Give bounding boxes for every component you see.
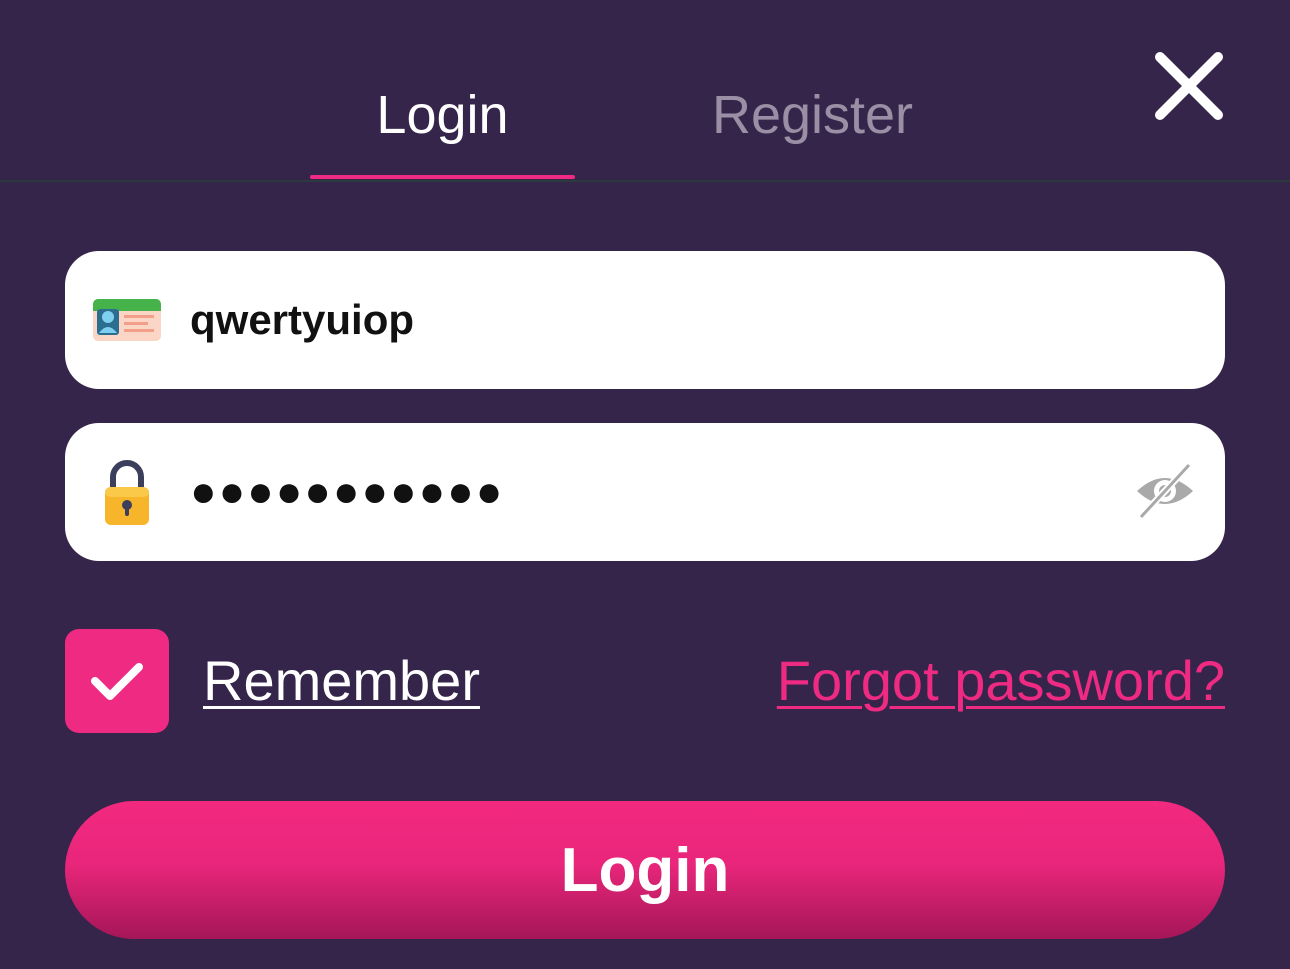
id-card-icon <box>93 299 161 341</box>
remember-label[interactable]: Remember <box>203 648 480 714</box>
password-input[interactable]: ●●●●●●●●●●● <box>190 457 1090 527</box>
username-field[interactable] <box>65 251 1225 389</box>
close-button[interactable] <box>1148 45 1230 127</box>
close-icon <box>1155 52 1223 120</box>
tab-register[interactable]: Register <box>680 80 945 150</box>
check-icon <box>91 663 143 700</box>
lock-icon <box>105 460 149 525</box>
eye-slash-icon[interactable] <box>1133 459 1197 523</box>
password-field[interactable]: ●●●●●●●●●●● <box>65 423 1225 561</box>
tab-login[interactable]: Login <box>310 80 575 150</box>
forgot-password-link[interactable]: Forgot password? <box>777 648 1225 714</box>
login-submit-button[interactable]: Login <box>65 801 1225 939</box>
username-input[interactable] <box>190 285 1090 355</box>
login-dialog: Login Register qwertyuiop ●●●●●●●●●●● Re… <box>0 0 1290 969</box>
auth-tabs: Login Register <box>0 0 1290 182</box>
active-tab-indicator <box>310 175 575 179</box>
remember-checkbox[interactable] <box>65 629 169 733</box>
